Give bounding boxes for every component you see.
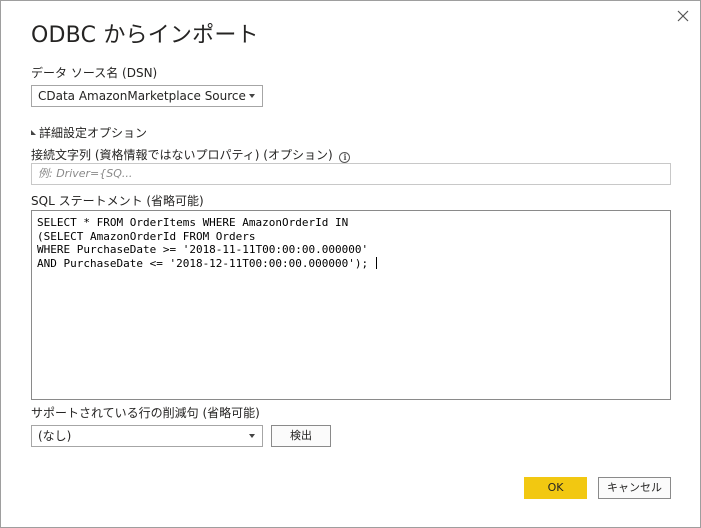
triangle-expanded-icon [31,130,36,135]
sql-line: (SELECT AmazonOrderId FROM Orders [37,229,256,243]
dialog-title: ODBC からインポート [31,23,259,48]
sql-statement-label: SQL ステートメント (省略可能) [31,194,204,208]
advanced-options-label: 詳細設定オプション [39,126,148,140]
row-reduction-label: サポートされている行の削減句 (省略可能) [31,406,260,420]
sql-line: WHERE PurchaseDate >= '2018-11-11T00:00:… [37,243,369,256]
connection-string-label: 接続文字列 (資格情報ではないプロパティ) (オプション) [31,148,333,162]
close-icon [677,10,689,22]
dsn-selected-value: CData AmazonMarketplace Source [38,89,246,103]
detect-button[interactable]: 検出 [271,425,331,447]
sql-line: SELECT * FROM OrderItems WHERE AmazonOrd… [37,216,349,229]
row-reduction-selected-value: (なし) [38,429,72,443]
chevron-down-icon [249,434,255,438]
row-reduction-select[interactable]: (なし) [31,425,263,447]
ok-button[interactable]: OK [524,477,587,499]
advanced-options-toggle[interactable]: 詳細設定オプション [31,124,147,141]
dsn-select[interactable]: CData AmazonMarketplace Source [31,85,263,107]
text-cursor [376,256,378,269]
close-button[interactable] [672,5,694,27]
connection-string-label-row: 接続文字列 (資格情報ではないプロパティ) (オプション) i [31,146,351,163]
info-icon[interactable]: i [339,152,351,163]
chevron-down-icon [249,94,255,98]
sql-statement-textarea[interactable]: SELECT * FROM OrderItems WHERE AmazonOrd… [31,210,671,400]
sql-line: AND PurchaseDate <= '2018-12-11T00:00:00… [37,256,369,270]
cancel-button[interactable]: キャンセル [598,477,671,499]
connection-string-input[interactable]: 例: Driver={SQ... [31,163,671,185]
odbc-import-dialog: ODBC からインポート データ ソース名 (DSN) CData Amazon… [0,0,701,528]
dsn-label: データ ソース名 (DSN) [31,66,158,80]
